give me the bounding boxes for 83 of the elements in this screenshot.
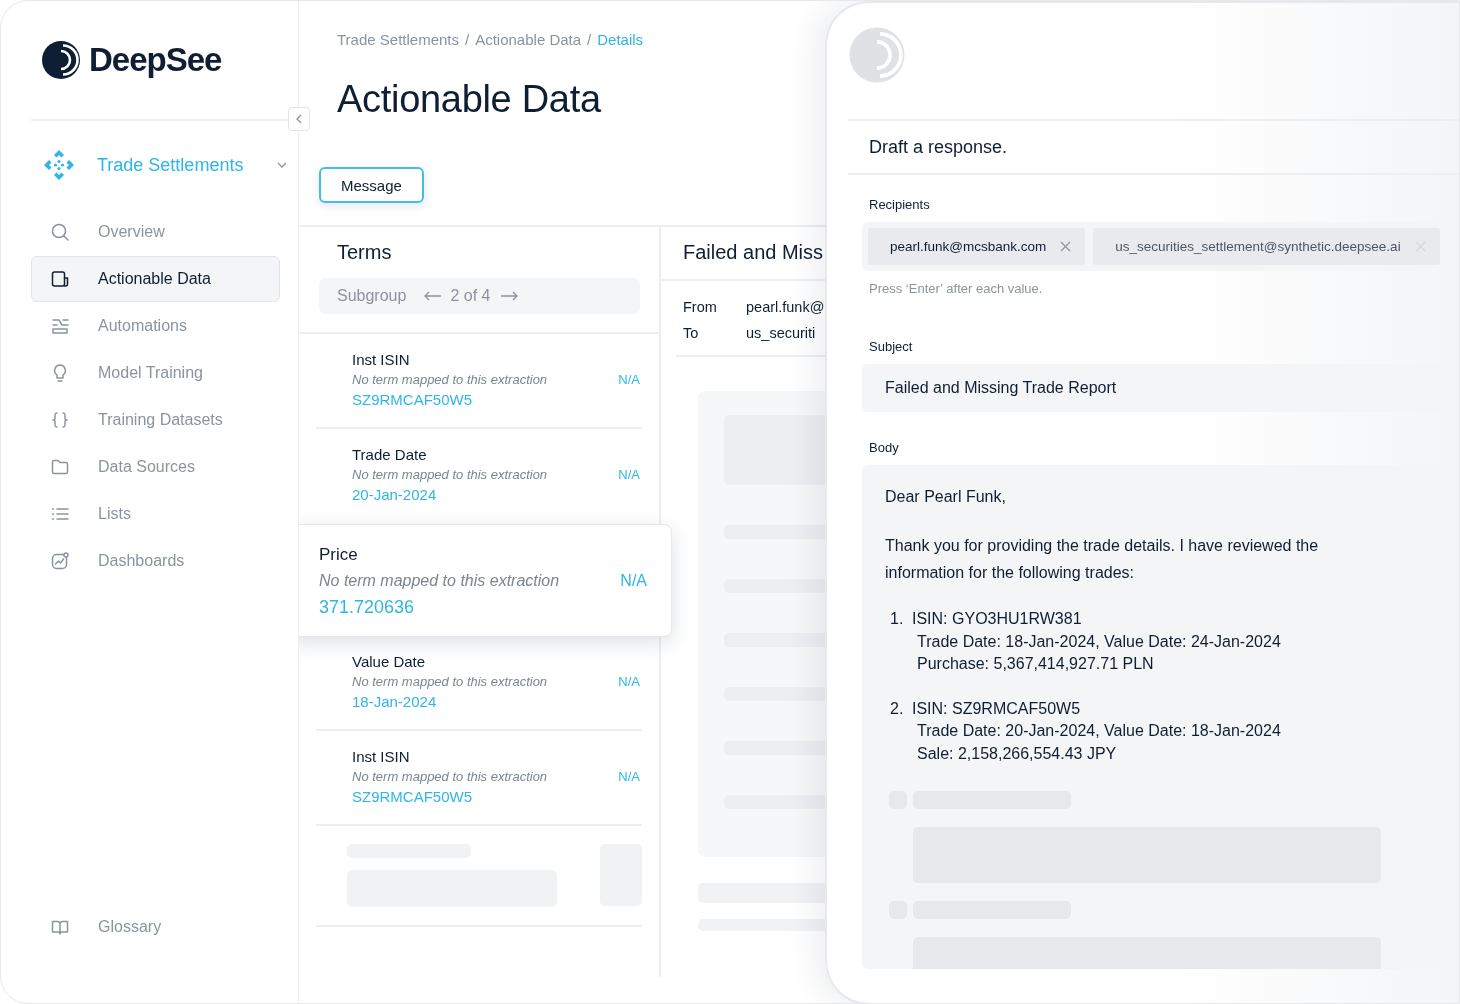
trade-dates: Trade Date: 18-Jan-2024, Value Date: 24-Jan-2024 (916, 631, 1282, 652)
list-number: 1. (890, 609, 905, 629)
chart-icon (50, 551, 70, 571)
term-row[interactable]: Trade Date No term mapped to this extraction N/A 20-Jan-2024 (316, 429, 642, 524)
term-value: 18-Jan-2024 (352, 693, 438, 710)
chevron-down-icon (277, 162, 288, 168)
conveyor-icon (50, 316, 70, 336)
term-name: Price (319, 545, 359, 565)
nav-item[interactable]: Data Sources (31, 444, 280, 490)
search-icon (50, 222, 70, 242)
pager-text: 2 of 4 (450, 287, 491, 305)
term-name: Inst ISIN (352, 351, 411, 368)
panel-heading: Draft a response. (848, 121, 1459, 175)
recipients-field[interactable]: pearl.funk@mcsbank.com us_securities_settlement@synthetic.deepsee.ai (862, 222, 1459, 271)
term-value: 371.720636 (319, 597, 416, 618)
term-value: SZ9RMCAF50W5 (352, 391, 474, 408)
nav-item[interactable]: Overview (31, 209, 280, 255)
term-row[interactable]: Value Date No term mapped to this extraction N/A 18-Jan-2024 (316, 636, 642, 731)
list-number: 2. (890, 698, 905, 719)
breadcrumb-link[interactable]: Trade Settlements (337, 31, 459, 48)
logo-icon (41, 40, 81, 80)
nav-item[interactable]: Glossary (31, 904, 280, 950)
field-label: From (683, 299, 718, 315)
term-note: No term mapped to this extraction (352, 467, 549, 482)
breadcrumb-link[interactable]: Actionable Data (475, 31, 582, 48)
field-label: Recipients (868, 197, 931, 212)
trade-isin: ISIN: GYO3HU1RW381 (912, 609, 1083, 629)
diamond-icon (43, 149, 75, 181)
trade-dates: Trade Date: 20-Jan-2024, Value Date: 18-Jan-2024 (916, 721, 1282, 741)
term-row[interactable]: Inst ISIN No term mapped to this extraction N/A SZ9RMCAF50W5 (316, 731, 642, 826)
nav-item[interactable]: Dashboards (31, 538, 280, 584)
field-label: To (683, 325, 700, 341)
term-status: N/A (618, 674, 641, 689)
trade-isin: ISIN: SZ9RMCAF50W5 (912, 698, 1082, 719)
term-value: SZ9RMCAF50W5 (352, 788, 474, 805)
field-value: pearl.funk@ (746, 299, 826, 315)
collapse-button[interactable] (288, 107, 310, 131)
field-label: Subject (868, 339, 914, 354)
nav-item[interactable]: Training Datasets (31, 397, 280, 443)
field-hint: Press ‘Enter’ after each value. (868, 281, 1044, 296)
term-note: No term mapped to this extraction (352, 674, 549, 689)
section-title: Terms (336, 240, 393, 264)
document-icon (50, 269, 70, 289)
braces-icon (50, 410, 70, 430)
term-status: N/A (618, 769, 641, 784)
term-note: No term mapped to this extraction (352, 769, 549, 784)
nav-item[interactable]: Automations (31, 303, 280, 349)
nav-item[interactable]: Actionable Data (31, 256, 280, 302)
field-label: Body (868, 440, 900, 455)
term-value: 20-Jan-2024 (352, 486, 438, 503)
folder-icon (50, 457, 70, 477)
arrow-right-icon[interactable] (500, 291, 519, 301)
breadcrumb-separator: / (465, 31, 470, 48)
term-name: Trade Date (352, 446, 428, 463)
greeting-text: Dear Pearl Funk, (885, 487, 1007, 507)
trade-amount: Purchase: 5,367,414,927.71 PLN (916, 654, 1155, 674)
field-value: us_securiti (746, 325, 817, 341)
nav-item[interactable]: Model Training (31, 350, 280, 396)
recipient-chip[interactable]: us_securities_settlement@synthetic.deepsee.ai (1093, 228, 1440, 265)
close-icon[interactable] (1060, 241, 1072, 252)
brand-name: DeepSee (89, 41, 222, 79)
body-paragraph: Thank you for providing the trade details. I have reviewed the information for the following trades: (885, 536, 1320, 583)
term-name: Inst ISIN (352, 748, 411, 765)
term-card[interactable]: Price No term mapped to this extraction N/A 371.720636 (299, 524, 672, 637)
term-status: N/A (618, 372, 641, 387)
term-name: Value Date (352, 653, 427, 670)
page-title: Actionable Data (337, 78, 602, 121)
chevron-left-icon (295, 114, 303, 124)
term-row[interactable]: Inst ISIN No term mapped to this extraction N/A SZ9RMCAF50W5 (316, 334, 642, 429)
term-status: N/A (620, 572, 648, 590)
recipient-chip[interactable]: pearl.funk@mcsbank.com (868, 228, 1086, 265)
term-note: No term mapped to this extraction (319, 572, 561, 590)
trade-amount: Sale: 2,158,266,554.43 JPY (916, 743, 1118, 764)
term-status: N/A (618, 467, 641, 482)
breadcrumb-link[interactable]: Details (597, 31, 644, 48)
message-button[interactable]: Message (319, 167, 424, 203)
subgroup-label: Subgroup (337, 287, 407, 305)
workspace-selector[interactable]: Trade Settlements (97, 154, 244, 176)
nav-item[interactable]: Lists (31, 491, 280, 537)
breadcrumb-separator: / (587, 31, 592, 48)
logo-icon (848, 26, 906, 84)
term-note: No term mapped to this extraction (352, 372, 549, 387)
arrow-left-icon[interactable] (424, 291, 443, 301)
